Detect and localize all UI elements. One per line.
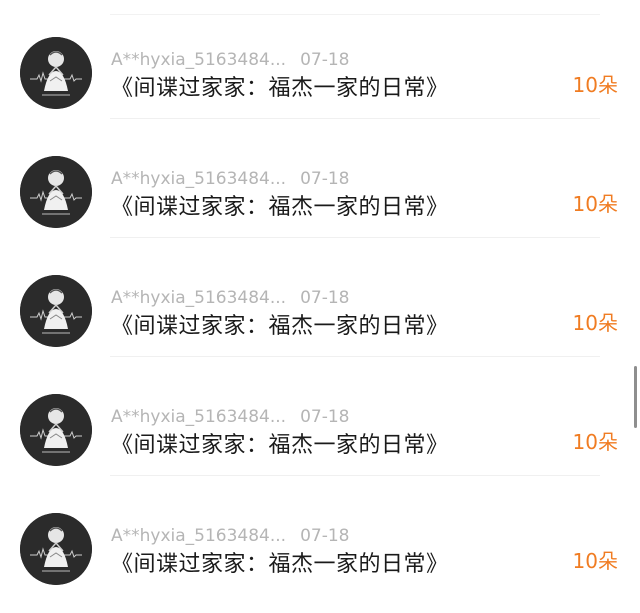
- avatar-icon[interactable]: [20, 394, 92, 466]
- gift-title[interactable]: 《间谍过家家：福杰一家的日常》: [111, 312, 449, 342]
- date: 07-18: [300, 169, 350, 189]
- item-meta: A**hyxia_5163484... 07-18: [111, 525, 350, 547]
- avatar-icon[interactable]: [20, 37, 92, 109]
- gift-amount: 10朵: [572, 73, 618, 97]
- avatar-illustration: [20, 37, 92, 109]
- list-item[interactable]: A**hyxia_5163484... 07-18 《间谍过家家：福杰一家的日常》…: [0, 238, 640, 357]
- list-item[interactable]: A**hyxia_5163484... 07-18 《间谍过家家：福杰一家的日常》…: [0, 119, 640, 238]
- username[interactable]: A**hyxia_5163484...: [111, 50, 286, 70]
- gift-title[interactable]: 《间谍过家家：福杰一家的日常》: [111, 193, 449, 223]
- list-item[interactable]: A**hyxia_5163484... 07-18 《间谍过家家：福杰一家的日常》…: [0, 0, 640, 119]
- date: 07-18: [300, 407, 350, 427]
- gift-title[interactable]: 《间谍过家家：福杰一家的日常》: [111, 431, 449, 461]
- item-meta: A**hyxia_5163484... 07-18: [111, 49, 350, 71]
- gift-amount: 10朵: [572, 311, 618, 335]
- date: 07-18: [300, 50, 350, 70]
- list-item[interactable]: A**hyxia_5163484... 07-18 《间谍过家家：福杰一家的日常》…: [0, 357, 640, 476]
- avatar-icon[interactable]: [20, 513, 92, 585]
- scrollbar[interactable]: [634, 366, 637, 428]
- item-meta: A**hyxia_5163484... 07-18: [111, 287, 350, 309]
- gift-amount: 10朵: [572, 430, 618, 454]
- avatar-icon[interactable]: [20, 156, 92, 228]
- username[interactable]: A**hyxia_5163484...: [111, 169, 286, 189]
- item-meta: A**hyxia_5163484... 07-18: [111, 168, 350, 190]
- username[interactable]: A**hyxia_5163484...: [111, 288, 286, 308]
- avatar-illustration: [20, 513, 92, 585]
- avatar-illustration: [20, 156, 92, 228]
- gift-amount: 10朵: [572, 192, 618, 216]
- gift-amount: 10朵: [572, 549, 618, 573]
- item-meta: A**hyxia_5163484... 07-18: [111, 406, 350, 428]
- avatar-illustration: [20, 394, 92, 466]
- gift-title[interactable]: 《间谍过家家：福杰一家的日常》: [111, 550, 449, 580]
- list-item[interactable]: A**hyxia_5163484... 07-18 《间谍过家家：福杰一家的日常》…: [0, 476, 640, 595]
- avatar-illustration: [20, 275, 92, 347]
- username[interactable]: A**hyxia_5163484...: [111, 526, 286, 546]
- avatar-icon[interactable]: [20, 275, 92, 347]
- date: 07-18: [300, 526, 350, 546]
- username[interactable]: A**hyxia_5163484...: [111, 407, 286, 427]
- date: 07-18: [300, 288, 350, 308]
- gift-record-list: A**hyxia_5163484... 07-18 《间谍过家家：福杰一家的日常》…: [0, 0, 640, 613]
- gift-title[interactable]: 《间谍过家家：福杰一家的日常》: [111, 74, 449, 104]
